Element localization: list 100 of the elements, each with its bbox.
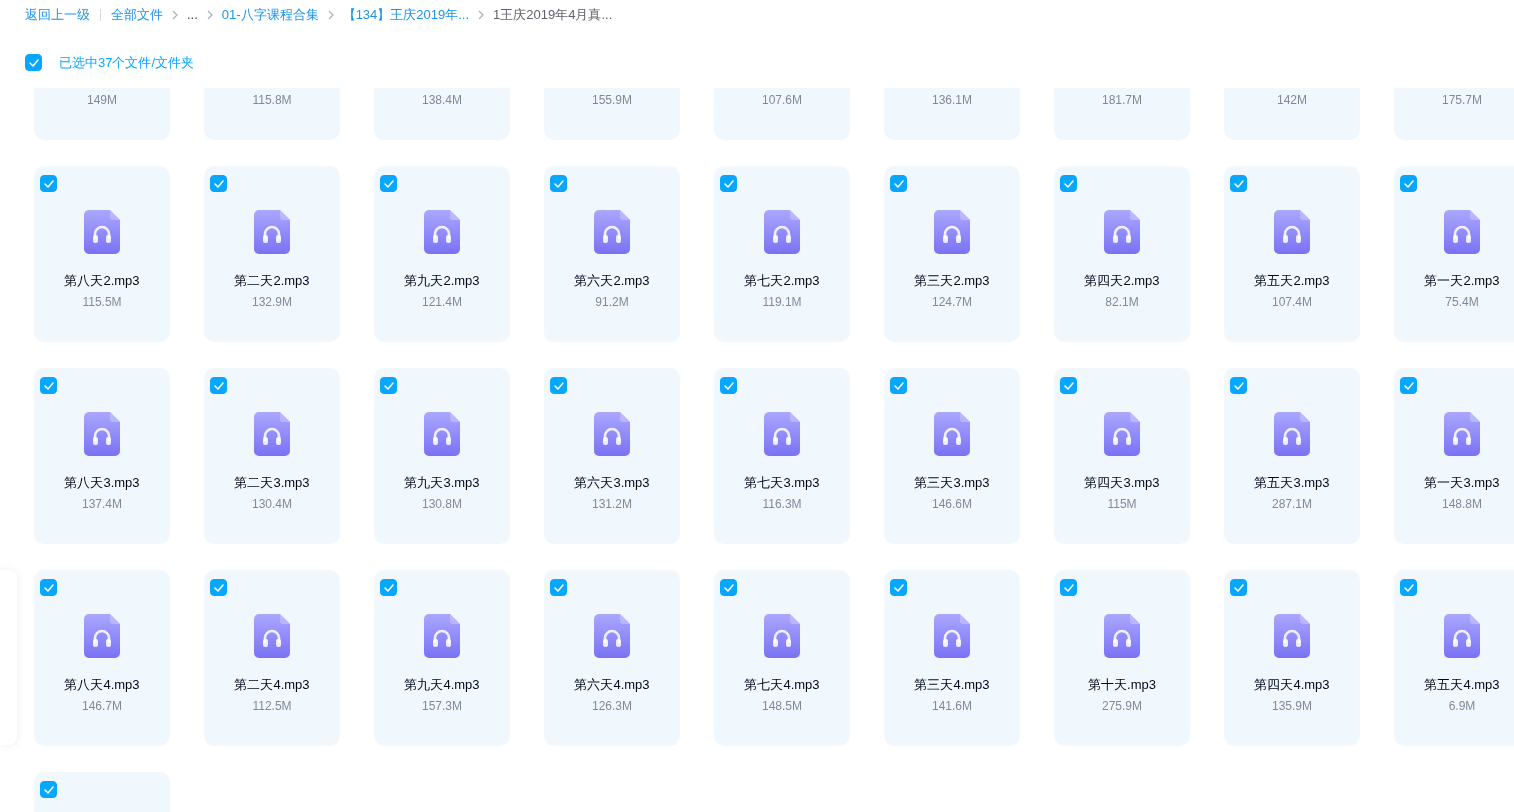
checkbox[interactable] [210,579,227,596]
checkbox[interactable] [890,175,907,192]
audio-file-icon [1104,210,1140,254]
checkbox[interactable] [890,377,907,394]
audio-file-icon [594,614,630,658]
checkbox[interactable] [40,175,57,192]
checkbox[interactable] [1400,175,1417,192]
checkbox[interactable] [550,175,567,192]
file-name: 第二天3.mp3 [234,474,310,492]
file-card[interactable]: 第六天2.mp3 91.2M [544,166,680,342]
file-card[interactable]: 第四天3.mp3 115M [1054,368,1190,544]
checkbox[interactable] [210,377,227,394]
checkbox[interactable] [720,377,737,394]
selection-count: 已选中37个文件/文件夹 [59,54,195,72]
file-card[interactable]: 第一天2.mp3 75.4M [1394,166,1514,342]
file-card[interactable]: 第二天3.mp3 130.4M [204,368,340,544]
file-size: 181.7M [1102,92,1142,109]
file-card[interactable]: 第四天4.mp3 135.9M [1224,570,1360,746]
checkbox[interactable] [1400,377,1417,394]
file-size: 142M [1277,92,1307,109]
file-name: 第六天4.mp3 [574,676,650,694]
audio-file-icon [934,210,970,254]
file-card[interactable]: 第七天4.mp3 148.5M [714,570,850,746]
file-card[interactable]: 第七天3.mp3 116.3M [714,368,850,544]
file-size: 148.5M [762,698,802,715]
checkbox[interactable] [1060,175,1077,192]
file-card[interactable]: 第六天3.mp3 131.2M [544,368,680,544]
file-name: 第一天3.mp3 [1424,474,1500,492]
file-card[interactable]: 第八天3.mp3 137.4M [34,368,170,544]
checkbox[interactable] [40,377,57,394]
checkbox[interactable] [210,175,227,192]
checkbox[interactable] [720,175,737,192]
checkmark-icon [1233,381,1244,390]
audio-file-icon [1104,412,1140,456]
file-card[interactable]: 第三天2.mp3 124.7M [884,166,1020,342]
file-size: 75.4M [1445,294,1479,311]
file-card[interactable]: 第六天4.mp3 126.3M [544,570,680,746]
file-card[interactable]: 第四天2.mp3 82.1M [1054,166,1190,342]
checkbox[interactable] [380,377,397,394]
audio-file-icon [764,412,800,456]
checkbox[interactable] [1230,579,1247,596]
checkmark-icon [1233,179,1244,188]
file-card[interactable]: 第一天3.mp3 148.8M [1394,368,1514,544]
checkbox[interactable] [1230,175,1247,192]
audio-file-icon [1274,614,1310,658]
audio-file-icon [84,412,120,456]
file-card[interactable]: 第九天4.mp3 157.3M [374,570,510,746]
file-card[interactable]: 第七天2.mp3 119.1M [714,166,850,342]
audio-file-icon [764,614,800,658]
file-card[interactable]: 第二天2.mp3 132.9M [204,166,340,342]
file-card[interactable]: 第八天4.mp3 146.7M [34,570,170,746]
file-size: 146.7M [82,698,122,715]
checkmark-icon [893,583,904,592]
file-name: 第九天3.mp3 [404,474,480,492]
file-size: 137.4M [82,496,122,513]
file-card[interactable]: 第三天4.mp3 141.6M [884,570,1020,746]
file-card[interactable]: 第三天3.mp3 146.6M [884,368,1020,544]
file-size: 138.4M [422,92,462,109]
checkbox[interactable] [550,579,567,596]
file-size: 146.6M [932,496,972,513]
file-size: 107.6M [762,92,802,109]
file-size: 287.1M [1272,496,1312,513]
file-card[interactable]: 第五天3.mp3 287.1M [1224,368,1360,544]
audio-file-icon [764,210,800,254]
checkbox[interactable] [1060,377,1077,394]
checkbox[interactable] [720,579,737,596]
file-size: 131.2M [592,496,632,513]
file-card[interactable]: 第十天.mp3 275.9M [1054,570,1190,746]
file-name: 第三天4.mp3 [914,676,990,694]
checkmark-icon [383,179,394,188]
checkbox[interactable] [1230,377,1247,394]
audio-file-icon [1274,412,1310,456]
audio-file-icon [424,614,460,658]
checkbox[interactable] [1060,579,1077,596]
checkbox[interactable] [550,377,567,394]
file-size: 157.3M [422,698,462,715]
file-size: 115M [1107,496,1137,513]
checkmark-icon [383,381,394,390]
checkbox[interactable] [380,579,397,596]
checkbox[interactable] [1400,579,1417,596]
file-card[interactable]: 第二天4.mp3 112.5M [204,570,340,746]
file-card[interactable]: 第九天2.mp3 121.4M [374,166,510,342]
checkbox[interactable] [25,54,42,72]
checkbox[interactable] [890,579,907,596]
file-card[interactable]: 第五天2.mp3 107.4M [1224,166,1360,342]
file-card[interactable]: 第五天4.mp3 6.9M [1394,570,1514,746]
file-card[interactable]: 第八天2.mp3 115.5M [34,166,170,342]
checkbox[interactable] [380,175,397,192]
checkmark-icon [28,58,39,67]
file-size: 115.8M [252,92,292,109]
breadcrumb-link[interactable]: ... [187,5,198,25]
file-name: 第五天4.mp3 [1424,676,1500,694]
file-size: 126.3M [592,698,632,715]
file-card[interactable]: 第九天3.mp3 130.8M [374,368,510,544]
checkbox[interactable] [40,781,57,798]
checkmark-icon [1063,583,1074,592]
file-size: 121.4M [422,294,462,311]
checkmark-icon [383,583,394,592]
file-name: 第八天2.mp3 [64,272,140,290]
checkbox[interactable] [40,579,57,596]
